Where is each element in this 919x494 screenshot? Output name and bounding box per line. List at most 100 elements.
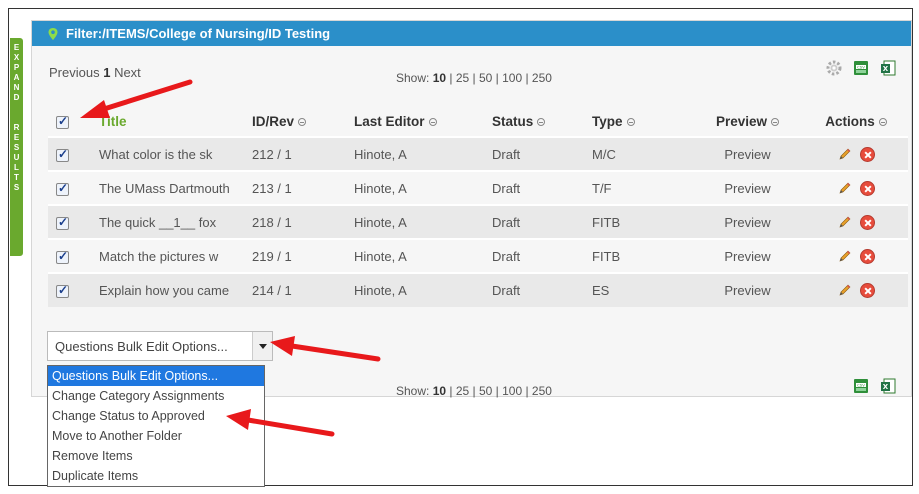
row-last-editor: Hinote, A <box>354 283 407 298</box>
expand-tab-letter: S <box>13 183 20 192</box>
location-pin-icon <box>48 27 58 40</box>
table-row[interactable]: Explain how you came214 / 1Hinote, A Draf… <box>48 273 908 307</box>
table-header-row: Title ID/Rev Last Editor Status Type Pre… <box>48 107 908 137</box>
show-options[interactable]: | 25 | 50 | 100 | 250 <box>449 384 552 398</box>
row-preview-link[interactable]: Preview <box>691 171 804 205</box>
expand-tab-letter: D <box>13 93 20 102</box>
show-current[interactable]: 10 <box>433 71 446 85</box>
pencil-icon[interactable] <box>837 215 852 230</box>
show-current[interactable]: 10 <box>433 384 446 398</box>
filter-label: Filter: <box>66 26 103 41</box>
row-checkbox[interactable] <box>56 181 69 196</box>
row-title[interactable]: Match the pictures w <box>98 239 251 273</box>
header-actions[interactable]: Actions <box>804 107 908 137</box>
row-actions <box>804 137 908 171</box>
row-id-rev[interactable]: 213 / 1 <box>251 171 353 205</box>
pager-next[interactable]: Next <box>114 65 141 80</box>
row-title[interactable]: Explain how you came <box>98 273 251 307</box>
header-title[interactable]: Title <box>98 107 251 137</box>
row-checkbox[interactable] <box>56 249 69 264</box>
chevron-down-icon[interactable] <box>252 332 272 360</box>
table-row[interactable]: The quick __1__ fox218 / 1Hinote, A Draft… <box>48 205 908 239</box>
expand-tab-letter: T <box>14 173 19 182</box>
header-last-editor[interactable]: Last Editor <box>353 107 491 137</box>
svg-text:X: X <box>883 383 889 391</box>
row-title[interactable]: The quick __1__ fox <box>98 205 251 239</box>
svg-text:CSV: CSV <box>857 382 865 387</box>
row-select-cell <box>48 171 98 205</box>
bulk-edit-option[interactable]: Questions Bulk Edit Options... <box>48 366 264 386</box>
row-select-cell <box>48 205 98 239</box>
table-row[interactable]: Match the pictures w219 / 1Hinote, A Draf… <box>48 239 908 273</box>
row-checkbox[interactable] <box>56 215 69 230</box>
bulk-edit-select[interactable]: Questions Bulk Edit Options... <box>47 331 273 361</box>
excel-icon[interactable]: X <box>879 377 897 395</box>
header-status-label: Status <box>492 114 534 129</box>
row-id-rev[interactable]: 219 / 1 <box>251 239 353 273</box>
row-status: Draft <box>492 283 521 298</box>
row-actions <box>804 171 908 205</box>
pencil-icon[interactable] <box>837 283 852 298</box>
row-id-rev[interactable]: 214 / 1 <box>251 273 353 307</box>
expand-tab-letter: L <box>14 163 19 172</box>
csv-icon[interactable]: CSV <box>852 377 870 395</box>
row-id-rev[interactable]: 218 / 1 <box>251 205 353 239</box>
results-panel: Filter: /ITEMS/College of Nursing/ID Tes… <box>31 20 912 398</box>
pencil-icon[interactable] <box>837 181 852 196</box>
gear-icon[interactable] <box>825 59 843 77</box>
row-preview-link[interactable]: Preview <box>691 273 804 307</box>
bulk-edit-option[interactable]: Change Status to Approved <box>48 406 264 426</box>
delete-icon[interactable] <box>860 248 875 264</box>
row-checkbox[interactable] <box>56 147 69 162</box>
table-row[interactable]: What color is the sk212 / 1Hinote, A Draf… <box>48 137 908 171</box>
svg-text:CSV: CSV <box>857 64 865 69</box>
bulk-edit-option[interactable]: Change Category Assignments <box>48 386 264 406</box>
header-preview[interactable]: Preview <box>691 107 804 137</box>
expand-tab-letter: X <box>13 53 20 62</box>
row-preview-link[interactable]: Preview <box>691 137 804 171</box>
delete-icon[interactable] <box>860 214 875 230</box>
pencil-icon[interactable] <box>837 147 852 162</box>
row-checkbox[interactable] <box>56 283 69 299</box>
delete-icon[interactable] <box>860 146 875 162</box>
bulk-edit-option[interactable]: Remove Items <box>48 446 264 466</box>
pager-previous[interactable]: Previous <box>49 65 100 80</box>
row-last-editor: Hinote, A <box>354 248 407 264</box>
header-status[interactable]: Status <box>491 107 591 137</box>
sort-icon <box>626 118 635 127</box>
delete-icon[interactable] <box>860 283 875 298</box>
row-title[interactable]: The UMass Dartmouth <box>98 171 251 205</box>
row-type: FITB <box>592 214 621 230</box>
bottom-toolbar: CSV X <box>852 377 897 395</box>
bulk-edit-option[interactable]: Move to Another Folder <box>48 426 264 446</box>
bulk-edit-option[interactable]: Duplicate Items <box>48 466 264 486</box>
show-options[interactable]: | 25 | 50 | 100 | 250 <box>449 71 552 85</box>
row-actions-group <box>805 283 907 298</box>
page-size-selector-bottom: Show: 10 | 25 | 50 | 100 | 250 <box>396 384 552 398</box>
row-select-cell <box>48 239 98 273</box>
excel-icon[interactable]: X <box>879 59 897 77</box>
header-type[interactable]: Type <box>591 107 691 137</box>
expand-tab-letter: N <box>13 83 20 92</box>
row-preview-link[interactable]: Preview <box>691 239 804 273</box>
delete-icon[interactable] <box>860 180 875 196</box>
row-last-editor: Hinote, A <box>354 180 407 196</box>
row-actions-group <box>805 214 907 230</box>
expand-results-tab[interactable]: EXPAND RESULTS <box>10 38 23 256</box>
filter-path: /ITEMS/College of Nursing/ID Testing <box>102 26 331 41</box>
table-row[interactable]: The UMass Dartmouth213 / 1Hinote, A Draft… <box>48 171 908 205</box>
sort-icon <box>771 118 780 127</box>
row-last-editor: Hinote, A <box>354 146 407 162</box>
row-status: Draft <box>492 180 521 196</box>
select-all-checkbox[interactable] <box>56 114 69 129</box>
row-title[interactable]: What color is the sk <box>98 137 251 171</box>
pencil-icon[interactable] <box>837 249 852 264</box>
row-preview-link[interactable]: Preview <box>691 205 804 239</box>
row-actions <box>804 273 908 307</box>
csv-icon[interactable]: CSV <box>852 59 870 77</box>
header-id-rev[interactable]: ID/Rev <box>251 107 353 137</box>
select-all-cell <box>48 107 98 137</box>
top-bar: Previous 1 Next Show: 10 | 25 | 50 | 100… <box>32 60 911 89</box>
row-actions <box>804 205 908 239</box>
row-id-rev[interactable]: 212 / 1 <box>251 137 353 171</box>
